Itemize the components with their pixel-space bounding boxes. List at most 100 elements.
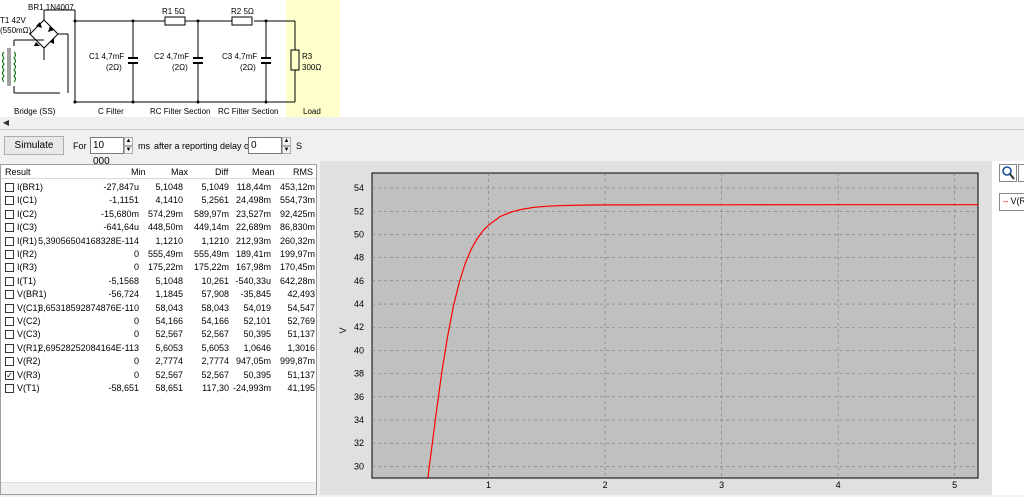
cell-max: 4,1410	[155, 195, 183, 206]
row-name: V(R2)	[17, 356, 41, 367]
cell-min: 2,69528252084164E-113	[38, 342, 139, 353]
table-row[interactable]: I(R2) 0 555,49m 555,49m 189,41m 199,97m	[1, 248, 316, 261]
cell-max: 58,043	[155, 302, 183, 313]
y-tick-label: 40	[354, 345, 364, 355]
table-row[interactable]: I(T1) -5,1568 5,1048 10,261 -540,33u 642,28m	[1, 275, 316, 288]
row-checkbox[interactable]	[5, 196, 14, 206]
header-diff[interactable]: Diff	[215, 167, 228, 177]
cell-rms: 260,32m	[279, 235, 315, 246]
header-rms[interactable]: RMS	[293, 167, 313, 177]
schematic-scrollbar[interactable]: ◀	[0, 117, 1024, 130]
cell-mean: 118,44m	[236, 182, 271, 192]
table-row[interactable]: V(R2) 0 2,7774 2,7774 947,05m 999,87m	[1, 355, 316, 368]
table-row[interactable]: V(C3) 0 52,567 52,567 50,395 51,137	[1, 328, 316, 341]
delay-up-icon[interactable]: ▲	[282, 137, 291, 146]
cell-max: 54,166	[155, 316, 183, 326]
table-row[interactable]: I(C1) -1,1151 4,1410 5,2561 24,498m 554,73m	[1, 194, 316, 207]
cell-min: 3,65318592874876E-110	[38, 302, 139, 313]
cell-min: -641,64u	[103, 222, 139, 233]
cell-rms: 1,3016	[287, 342, 315, 353]
y-tick-label: 48	[354, 253, 364, 263]
row-checkbox[interactable]	[5, 357, 14, 367]
cell-diff: 555,49m	[193, 249, 229, 259]
plot-area: 30 32 34 36 38 40 42 44 46 48 50 52 54 1 2 3 4 5 V	[320, 161, 992, 495]
table-row[interactable]: V(C2) 0 54,166 54,166 52,101 52,769	[1, 315, 316, 328]
row-checkbox[interactable]	[5, 276, 14, 286]
cell-rms: 642,28m	[279, 275, 315, 286]
header-mean[interactable]: Mean	[252, 167, 275, 177]
cell-max: 574,29m	[147, 208, 183, 219]
table-row[interactable]: V(R1) 2,69528252084164E-113 5,6053 5,6053 1,…	[1, 342, 316, 355]
section-label-load: Load	[303, 107, 321, 116]
table-row[interactable]: I(R1) 5,39056504168328E-114 1,1210 1,1210 21…	[1, 235, 316, 248]
row-checkbox[interactable]	[5, 183, 14, 192]
table-row[interactable]: V(BR1) -56,724 1,1845 57,908 -35,845 42,493	[1, 288, 316, 301]
row-checkbox[interactable]	[5, 330, 14, 340]
cell-diff: 57,908	[201, 289, 229, 300]
delay-down-icon[interactable]: ▼	[282, 146, 291, 154]
table-row[interactable]: ✓ V(R3) 0 52,567 52,567 50,395 51,137	[1, 369, 316, 382]
table-row[interactable]: V(T1) -58,651 58,651 117,30 -24,993m 41,195	[1, 382, 316, 395]
scroll-left-icon[interactable]: ◀	[1, 118, 11, 128]
row-checkbox[interactable]	[5, 303, 14, 313]
table-row[interactable]: V(C1) 3,65318592874876E-110 58,043 58,043 54…	[1, 302, 316, 315]
row-checkbox[interactable]	[5, 317, 14, 326]
c1-label: C1 4,7mF	[89, 52, 124, 61]
cell-max: 555,49m	[147, 249, 183, 259]
cell-rms: 92,425m	[279, 208, 315, 219]
row-checkbox[interactable]: ✓	[5, 370, 14, 380]
row-checkbox[interactable]	[5, 250, 14, 259]
header-result[interactable]: Result	[5, 167, 31, 177]
duration-input[interactable]: 10 000	[90, 137, 124, 167]
cell-max: 448,50m	[147, 222, 183, 233]
duration-down-icon[interactable]: ▼	[124, 146, 133, 154]
row-checkbox[interactable]	[5, 384, 14, 393]
cell-mean: 189,41m	[235, 249, 271, 259]
cell-rms: 554,73m	[279, 195, 315, 206]
legend-label: V(R	[1010, 196, 1024, 206]
table-scrollbar[interactable]	[1, 482, 316, 494]
row-checkbox[interactable]	[5, 209, 14, 219]
cell-max: 175,22m	[147, 262, 183, 273]
cell-diff: 10,261	[201, 275, 229, 286]
row-checkbox[interactable]	[5, 263, 14, 273]
y-axis-label: V	[338, 327, 348, 333]
table-row[interactable]: I(BR1) -27,847u 5,1048 5,1049 118,44m 453,12m	[1, 181, 316, 194]
table-row[interactable]: I(R3) 0 175,22m 175,22m 167,98m 170,45m	[1, 261, 316, 274]
y-tick-label: 46	[354, 276, 364, 286]
cell-mean: 52,101	[243, 316, 271, 326]
row-checkbox[interactable]	[5, 290, 14, 300]
cell-diff: 117,30	[202, 383, 229, 393]
row-checkbox[interactable]	[5, 343, 14, 353]
cell-diff: 175,22m	[193, 262, 229, 273]
row-checkbox[interactable]	[5, 236, 14, 246]
cell-rms: 54,547	[287, 302, 315, 313]
cell-rms: 51,137	[287, 329, 315, 340]
x-tick-label: 5	[952, 480, 957, 490]
y-tick-label: 30	[354, 461, 364, 471]
cell-min: 0	[133, 369, 139, 380]
cell-max: 2,7774	[155, 356, 183, 367]
table-row[interactable]: I(C2) -15,680m 574,29m 589,97m 23,527m 92,425…	[1, 208, 316, 221]
duration-up-icon[interactable]: ▲	[124, 137, 133, 146]
toolbar-extra-icon[interactable]	[1018, 164, 1024, 182]
x-tick-label: 2	[603, 480, 608, 490]
cell-rms: 86,830m	[279, 222, 315, 233]
row-name: I(C3)	[17, 222, 37, 233]
header-max[interactable]: Max	[171, 167, 188, 177]
row-checkbox[interactable]	[5, 223, 14, 233]
table-header: Result Min Max Diff Mean RMS	[1, 165, 316, 179]
y-tick-label: 36	[354, 392, 364, 402]
row-name: I(T1)	[17, 275, 36, 286]
cell-rms: 199,97m	[279, 249, 315, 259]
legend-entry[interactable]: – V(R	[999, 193, 1024, 211]
header-min[interactable]: Min	[131, 167, 146, 177]
table-row[interactable]: I(C3) -641,64u 448,50m 449,14m 22,689m 86,830…	[1, 221, 316, 234]
row-name: V(BR1)	[17, 289, 47, 300]
cell-mean: -540,33u	[235, 275, 271, 286]
simulate-button[interactable]: Simulate	[4, 136, 64, 155]
delay-input[interactable]: 0	[248, 137, 282, 154]
magnifier-icon[interactable]	[999, 164, 1017, 182]
row-name: I(C2)	[17, 208, 37, 219]
cell-diff: 5,2561	[201, 195, 229, 206]
